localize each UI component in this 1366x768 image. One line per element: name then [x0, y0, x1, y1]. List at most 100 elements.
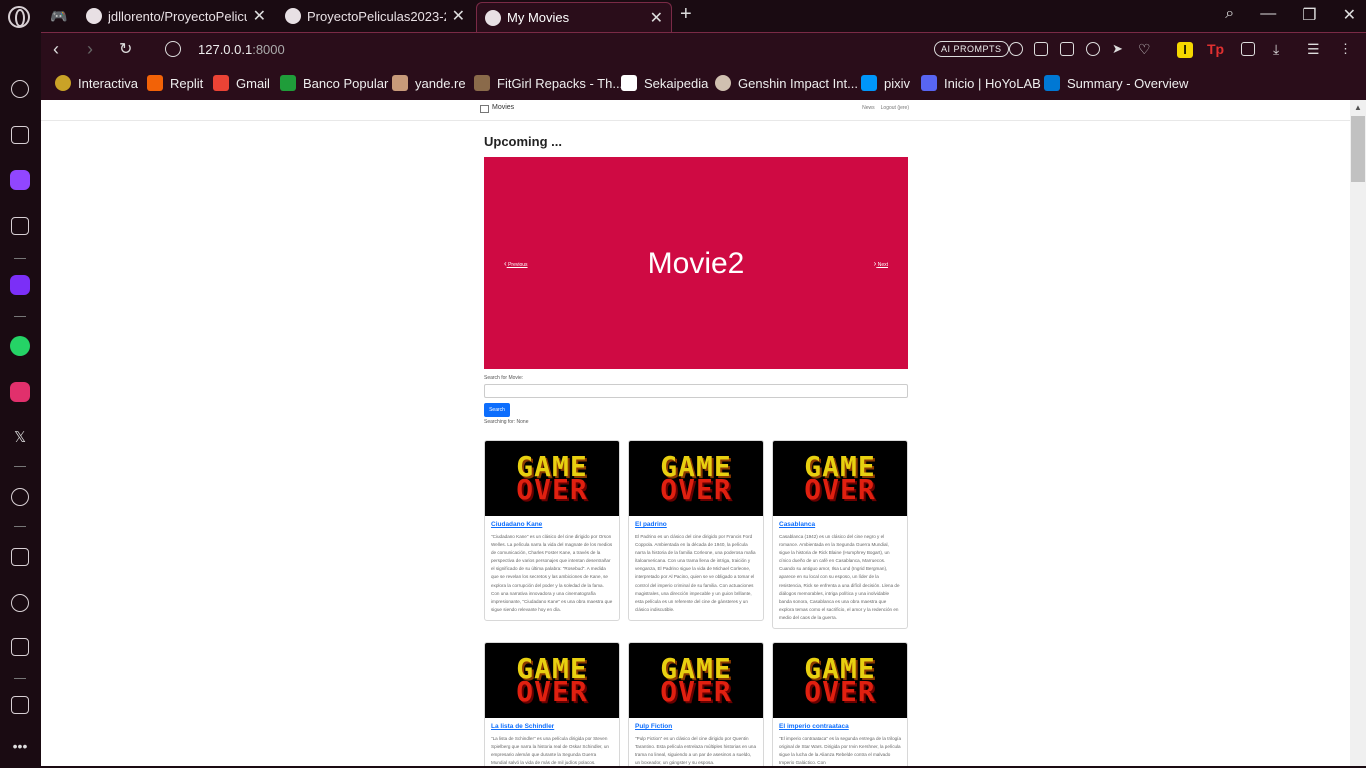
- movie-poster: GAME OVER: [629, 643, 763, 718]
- cube-extension-icon[interactable]: [1241, 42, 1255, 56]
- movie-poster: GAME OVER: [629, 441, 763, 516]
- scrollbar-thumb[interactable]: [1351, 116, 1365, 182]
- player-icon[interactable]: [11, 488, 29, 506]
- forward-button[interactable]: ›: [87, 39, 93, 60]
- close-window-button[interactable]: ✕: [1343, 5, 1356, 25]
- nav-links: News Logout (jere): [862, 105, 909, 111]
- movie-title-link[interactable]: Ciudadano Kane: [491, 521, 613, 528]
- pinboard-icon[interactable]: [11, 548, 29, 566]
- fitgirl-icon: [474, 75, 490, 91]
- movie-card: GAME OVER Pulp Fiction "Pulp Fiction" es …: [628, 642, 764, 766]
- speed-dial-icon[interactable]: [11, 80, 29, 98]
- page-scrollbar[interactable]: [1350, 100, 1366, 766]
- more-icon[interactable]: •••: [11, 738, 29, 756]
- easy-setup-icon[interactable]: ☰: [1307, 42, 1321, 56]
- sidebar-divider: [14, 466, 26, 467]
- movie-description: El Padrino es un clásico del cine dirigi…: [635, 534, 756, 612]
- search-input[interactable]: [484, 384, 908, 398]
- chevron-left-icon: ‹: [504, 259, 507, 268]
- genshin-icon: [715, 75, 731, 91]
- history-icon[interactable]: [11, 594, 29, 612]
- chip-icon[interactable]: [11, 217, 29, 235]
- movie-card: GAME OVER El padrino El Padrino es un clá…: [628, 440, 764, 621]
- download-icon[interactable]: ⤓: [1273, 42, 1287, 56]
- upcoming-heading: Upcoming ...: [484, 134, 562, 149]
- movie-title-link[interactable]: Pulp Fiction: [635, 723, 757, 730]
- search-status: Searching for: None: [484, 419, 529, 425]
- restore-button[interactable]: ❐: [1302, 5, 1316, 25]
- cube-icon[interactable]: [11, 638, 29, 656]
- bookmark-yandere[interactable]: yande.re: [392, 75, 466, 91]
- new-tab-button[interactable]: +: [680, 3, 692, 26]
- x-twitter-icon[interactable]: 𝕏: [11, 428, 29, 446]
- bookmark-sekaipedia[interactable]: Sekaipedia: [621, 75, 708, 91]
- chevron-right-icon: ›: [873, 259, 877, 268]
- tab-github-repo[interactable]: jdllorento/ProyectoPeliculas2023-2_Talle…: [78, 2, 274, 30]
- globe-icon: [485, 9, 501, 26]
- edit-icon[interactable]: [1034, 42, 1048, 56]
- tab-my-movies[interactable]: My Movies ✕: [476, 2, 672, 32]
- extension-tp-icon[interactable]: Tp: [1207, 41, 1224, 57]
- send-icon[interactable]: ➤: [1112, 42, 1126, 56]
- extension-l-icon[interactable]: l: [1177, 42, 1193, 58]
- movie-card: GAME OVER Ciudadano Kane "Ciudadano Kane"…: [484, 440, 620, 621]
- close-icon[interactable]: ✕: [452, 6, 465, 26]
- adblock-icon[interactable]: [1086, 42, 1100, 56]
- azure-devops-icon: [1044, 75, 1060, 91]
- search-tabs-icon[interactable]: ⌕: [1225, 5, 1234, 25]
- cs-app-icon[interactable]: [10, 275, 30, 295]
- site-info-icon[interactable]: [165, 41, 181, 57]
- gallery-icon[interactable]: [11, 696, 29, 714]
- page-viewport: Movies News Logout (jere) Upcoming ... M…: [41, 100, 1350, 766]
- carousel-next-button[interactable]: › Next: [874, 259, 888, 268]
- movie-title-link[interactable]: La lista de Schindler: [491, 723, 613, 730]
- main-content: Upcoming ... Movie2 ‹ Previous › Next Se…: [484, 134, 908, 427]
- banco-popular-icon: [280, 75, 296, 91]
- interactiva-icon: [55, 75, 71, 91]
- minimize-button[interactable]: —: [1260, 5, 1276, 25]
- address-bar[interactable]: 127.0.0.1:8000: [198, 42, 285, 57]
- nav-logout-link[interactable]: Logout (jere): [881, 105, 909, 111]
- bookmark-gmail[interactable]: Gmail: [213, 75, 270, 91]
- hoyolab-icon: [921, 75, 937, 91]
- bookmark-genshin[interactable]: Genshin Impact Int...: [715, 75, 858, 91]
- carousel-prev-button[interactable]: ‹ Previous: [504, 259, 528, 268]
- menu-icon[interactable]: ⋮: [1339, 42, 1353, 56]
- ai-prompts-button[interactable]: AI PROMPTS: [934, 41, 1009, 57]
- window-controls: ⌕ — ❐ ✕: [1225, 5, 1356, 25]
- bookmark-banco-popular[interactable]: Banco Popular: [280, 75, 388, 91]
- bookmark-hoyolab[interactable]: Inicio | HoYoLAB: [921, 75, 1041, 91]
- search-button[interactable]: Search: [484, 403, 510, 417]
- back-button[interactable]: ‹: [53, 39, 59, 60]
- nav-news-link[interactable]: News: [862, 105, 875, 111]
- close-icon[interactable]: ✕: [253, 6, 266, 26]
- tab-github-repo-2[interactable]: ProyectoPeliculas2023-2_Taller ✕: [277, 2, 473, 30]
- reload-button[interactable]: ↻: [119, 39, 132, 59]
- sidebar-divider: [14, 316, 26, 317]
- briefcase-icon[interactable]: [11, 126, 29, 144]
- whatsapp-icon[interactable]: [10, 336, 30, 356]
- bookmark-fitgirl[interactable]: FitGirl Repacks - Th...: [474, 75, 623, 91]
- bookmark-summary[interactable]: Summary - Overview: [1044, 75, 1188, 91]
- scroll-up-arrow[interactable]: ▲: [1354, 103, 1362, 112]
- twitch-icon[interactable]: [10, 170, 30, 190]
- heart-icon[interactable]: ♡: [1138, 42, 1152, 56]
- close-icon[interactable]: ✕: [650, 8, 663, 28]
- movie-title-link[interactable]: El imperio contraataca: [779, 723, 901, 730]
- bookmark-interactiva[interactable]: Interactiva: [55, 75, 138, 91]
- sidebar: 𝕏 •••: [0, 32, 41, 768]
- gamepad-icon[interactable]: 🎮: [50, 8, 67, 25]
- movie-description: "El imperio contraataca" es la segunda e…: [779, 736, 902, 766]
- github-icon: [285, 8, 301, 24]
- opera-menu-icon[interactable]: [8, 6, 30, 28]
- movie-title-link[interactable]: El padrino: [635, 521, 757, 528]
- search-icon[interactable]: [1009, 42, 1023, 56]
- movie-description: "La lista de Schindler" es una película …: [491, 736, 609, 766]
- movie-card: GAME OVER La lista de Schindler "La lista…: [484, 642, 620, 766]
- instagram-icon[interactable]: [10, 382, 30, 402]
- movie-title-link[interactable]: Casablanca: [779, 521, 901, 528]
- bookmark-replit[interactable]: Replit: [147, 75, 203, 91]
- camera-icon[interactable]: [1060, 42, 1074, 56]
- brand-link[interactable]: Movies: [492, 104, 514, 111]
- bookmark-pixiv[interactable]: pixiv: [861, 75, 910, 91]
